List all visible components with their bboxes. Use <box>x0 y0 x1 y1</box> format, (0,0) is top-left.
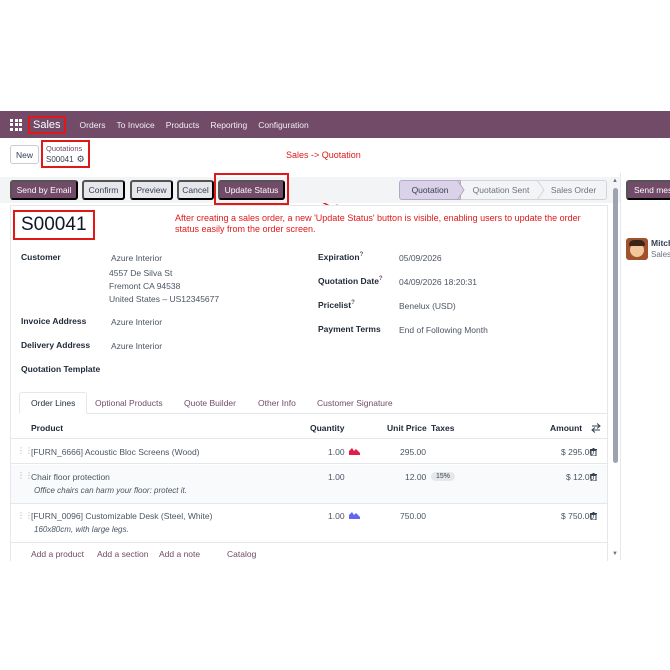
nav-configuration[interactable]: Configuration <box>258 120 309 130</box>
column-amount[interactable]: Amount <box>550 423 582 433</box>
trash-icon[interactable] <box>590 512 597 520</box>
breadcrumb-current-record: S00041 ⚙ <box>46 154 85 165</box>
row-product[interactable]: Chair floor protection <box>31 472 110 482</box>
table-row[interactable]: ⋮⋮ Chair floor protection Office chairs … <box>11 465 607 504</box>
catalog-link[interactable]: Catalog <box>227 549 256 559</box>
scroll-up-icon[interactable]: ▲ <box>612 178 618 184</box>
breadcrumb-quotations-link[interactable]: Quotations <box>46 144 85 154</box>
expiration-label: Expiration? <box>318 252 364 262</box>
stage-sales-order[interactable]: Sales Order <box>541 180 607 200</box>
nav-orders[interactable]: Orders <box>80 120 106 130</box>
row-product[interactable]: [FURN_0096] Customizable Desk (Steel, Wh… <box>31 511 212 521</box>
breadcrumb-record-name: S00041 <box>46 155 74 164</box>
tab-quote-builder[interactable]: Quote Builder <box>184 392 236 414</box>
status-bar: Quotation Quotation Sent Sales Order <box>399 180 607 200</box>
add-product-link[interactable]: Add a product <box>31 549 84 559</box>
add-note-link[interactable]: Add a note <box>159 549 200 559</box>
nav-reporting[interactable]: Reporting <box>210 120 247 130</box>
row-unit-price[interactable]: 750.00 <box>400 511 426 521</box>
preview-button[interactable]: Preview <box>130 180 173 200</box>
table-row[interactable]: ⋮⋮ [FURN_0096] Customizable Desk (Steel,… <box>11 505 607 543</box>
annotation-sales-quotation: Sales -> Quotation <box>286 150 361 160</box>
pricelist-field[interactable]: Benelux (USD) <box>399 301 456 311</box>
stage-quotation[interactable]: Quotation <box>399 180 461 200</box>
help-icon[interactable]: ? <box>379 276 383 282</box>
gear-icon[interactable]: ⚙ <box>77 154 85 165</box>
column-unit-price[interactable]: Unit Price <box>387 423 427 433</box>
column-quantity[interactable]: Quantity <box>310 423 344 433</box>
row-product[interactable]: [FURN_6666] Acoustic Bloc Screens (Wood) <box>31 447 200 457</box>
customer-address-line2: Fremont CA 94538 <box>109 281 181 291</box>
send-by-email-button[interactable]: Send by Email <box>10 180 78 200</box>
row-unit-price[interactable]: 12.00 <box>405 472 426 482</box>
delivery-address-label: Delivery Address <box>21 340 91 350</box>
tab-order-lines[interactable]: Order Lines <box>19 392 88 414</box>
customer-field[interactable]: Azure Interior <box>111 253 162 263</box>
customer-address-line1: 4557 De Silva St <box>109 268 173 278</box>
column-taxes[interactable]: Taxes <box>431 423 454 433</box>
send-message-button[interactable]: Send mes <box>626 180 670 200</box>
row-quantity[interactable]: 1.00 <box>328 472 345 482</box>
order-lines-footer: Add a product Add a section Add a note C… <box>0 545 612 560</box>
scroll-thumb[interactable] <box>613 188 618 463</box>
app-name-sales[interactable]: Sales <box>28 115 66 134</box>
breadcrumb: Quotations S00041 ⚙ <box>41 140 90 168</box>
column-product[interactable]: Product <box>31 423 63 433</box>
row-unit-price[interactable]: 295.00 <box>400 447 426 457</box>
chatter-author-sub: Sales <box>651 250 670 259</box>
payment-terms-field[interactable]: End of Following Month <box>399 325 488 335</box>
help-icon[interactable]: ? <box>360 252 364 258</box>
invoice-address-label: Invoice Address <box>21 316 87 326</box>
invoice-address-field[interactable]: Azure Interior <box>111 317 162 327</box>
row-quantity[interactable]: 1.00 <box>328 447 345 457</box>
stage-separator-icon <box>456 180 465 200</box>
help-icon[interactable]: ? <box>351 300 355 306</box>
forecast-chart-icon[interactable] <box>349 511 360 519</box>
forecast-chart-icon[interactable] <box>349 447 360 455</box>
quotation-template-label: Quotation Template <box>21 364 101 374</box>
customer-label: Customer <box>21 252 61 262</box>
order-lines-header: Product Quantity Unit Price Taxes Amount <box>11 417 607 439</box>
avatar <box>626 238 648 260</box>
scroll-down-icon[interactable]: ▼ <box>612 551 618 557</box>
quotation-date-label: Quotation Date? <box>318 276 383 286</box>
row-quantity[interactable]: 1.00 <box>328 511 345 521</box>
annotation-update-status: After creating a sales order, a new 'Upd… <box>175 213 581 234</box>
avatar-hair-icon <box>629 240 645 246</box>
new-button[interactable]: New <box>10 145 39 164</box>
delivery-address-field[interactable]: Azure Interior <box>111 341 162 351</box>
column-settings-icon[interactable] <box>591 423 601 433</box>
add-section-link[interactable]: Add a section <box>97 549 149 559</box>
stage-quotation-sent[interactable]: Quotation Sent <box>461 180 541 200</box>
tab-other-info[interactable]: Other Info <box>258 392 296 414</box>
control-panel: New Quotations S00041 ⚙ Sales -> Quotati… <box>0 140 670 173</box>
tax-badge[interactable]: 15% <box>431 472 456 481</box>
annotation-highlight-box <box>214 173 289 205</box>
nav-to-invoice[interactable]: To Invoice <box>117 120 155 130</box>
stage-separator-icon <box>536 180 545 200</box>
nav-products[interactable]: Products <box>166 120 200 130</box>
table-row[interactable]: ⋮⋮ [FURN_6666] Acoustic Bloc Screens (Wo… <box>11 440 607 464</box>
tab-customer-signature[interactable]: Customer Signature <box>317 392 393 414</box>
payment-terms-label: Payment Terms <box>318 324 381 334</box>
expiration-field[interactable]: 05/09/2026 <box>399 253 442 263</box>
tab-optional-products[interactable]: Optional Products <box>95 392 163 414</box>
confirm-button[interactable]: Confirm <box>82 180 125 200</box>
row-description: Office chairs can harm your floor: prote… <box>34 486 187 495</box>
record-name: S00041 <box>13 210 95 240</box>
cancel-button[interactable]: Cancel <box>177 180 214 200</box>
top-navbar: Sales Orders To Invoice Products Reporti… <box>0 111 670 138</box>
notebook-tabs: Order Lines Optional Products Quote Buil… <box>19 392 608 414</box>
quotation-date-field[interactable]: 04/09/2026 18:20:31 <box>399 277 477 287</box>
trash-icon[interactable] <box>590 448 597 456</box>
customer-address-line3: United States – US12345677 <box>109 294 220 304</box>
trash-icon[interactable] <box>590 473 597 481</box>
pricelist-label: Pricelist? <box>318 300 355 310</box>
row-description: 160x80cm, with large legs. <box>34 525 129 534</box>
apps-menu-icon[interactable] <box>10 118 22 131</box>
chatter-author-name: Mitch <box>651 238 670 248</box>
chatter-panel <box>620 173 670 560</box>
form-scrollbar[interactable]: ▲ ▼ <box>612 178 619 563</box>
